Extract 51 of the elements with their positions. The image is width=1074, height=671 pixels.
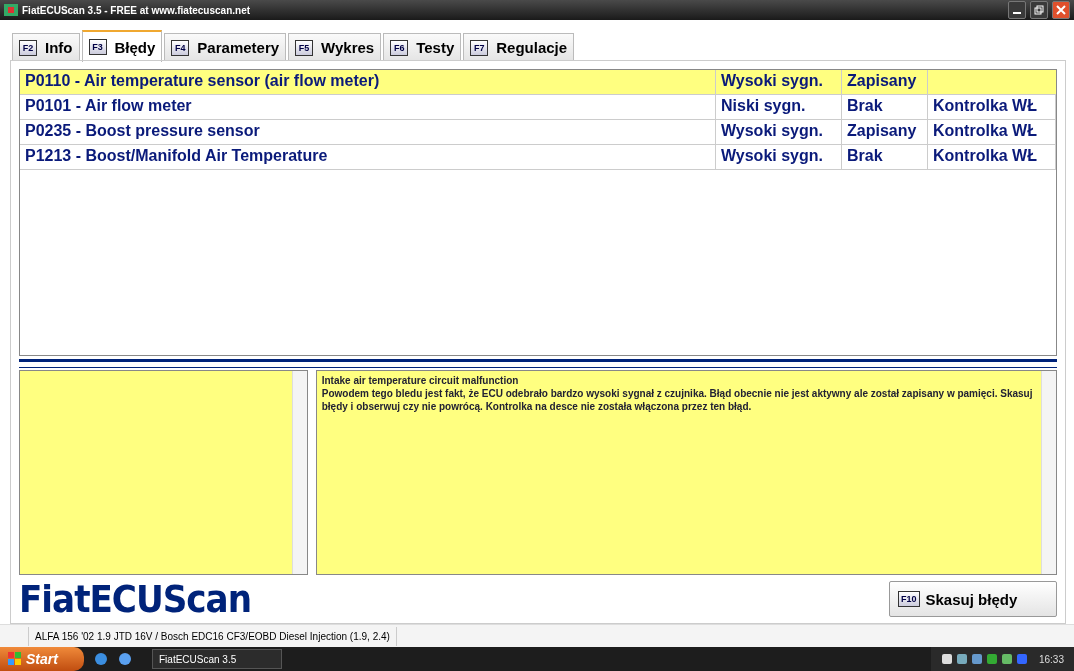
table-cell: P1213 - Boost/Manifold Air Temperature — [20, 145, 716, 170]
tab[interactable]: F4 Parametery — [164, 33, 287, 62]
table-cell: Zapisany — [842, 120, 928, 145]
description-text: Powodem tego bledu jest fakt, że ECU odebrało bardzo wysoki sygnał z czujnika. Błąd obecnie nie jest aktywny ale został zapisany w pamięci. Skasuj błędy i obserwuj czy nie powrócą. Kontrolka na desce nie została włączona przez ten błąd. — [321, 387, 1034, 414]
table-cell: Brak — [842, 145, 928, 170]
tab[interactable]: F2 Info — [12, 33, 80, 62]
status-text: ALFA 156 '02 1.9 JTD 16V / Bosch EDC16 CF3/EOBD Diesel Injection (1.9, 2.4) — [28, 626, 397, 646]
minimize-button[interactable] — [1008, 1, 1026, 20]
tray-icon[interactable] — [1000, 653, 1013, 665]
table-cell: P0110 - Air temperature sensor (air flow meter) — [20, 70, 716, 95]
description-title: Intake air temperature circuit malfunction — [321, 374, 520, 388]
fault-row[interactable]: P0101 - Air flow meter Niski sygn. Brak Kontrolka WŁ — [20, 95, 1056, 121]
table-cell: Zapisany — [842, 70, 928, 95]
scrollbar[interactable] — [291, 371, 307, 575]
fault-row[interactable]: P0235 - Boost pressure sensor Wysoki sygn. Zapisany Kontrolka WŁ — [20, 120, 1056, 146]
scrollbar[interactable] — [1041, 371, 1056, 575]
close-icon — [1056, 5, 1066, 16]
taskbar-item[interactable]: FiatECUScan 3.5 — [152, 649, 282, 669]
app-icon — [4, 4, 18, 17]
restore-icon — [1034, 5, 1044, 16]
table-cell: Niski sygn. — [716, 95, 842, 120]
table-cell: Wysoki sygn. — [716, 70, 842, 95]
table-cell: Kontrolka WŁ — [928, 120, 1056, 145]
key-badge: F4 — [171, 39, 190, 56]
key-badge: F7 — [470, 39, 489, 56]
logo: FiatECUScan — [19, 577, 251, 622]
key-badge: F2 — [19, 39, 37, 56]
table-cell: P0235 - Boost pressure sensor — [20, 120, 716, 145]
restore-button[interactable] — [1030, 1, 1048, 20]
fault-row[interactable]: P1213 - Boost/Manifold Air Temperature Wysoki sygn. Brak Kontrolka WŁ — [20, 145, 1056, 171]
clear-errors-button[interactable]: F10 Skasuj błędy — [889, 581, 1057, 618]
windows-flag-icon — [8, 652, 22, 666]
table-cell: Kontrolka WŁ — [928, 145, 1056, 170]
table-cell: Brak — [842, 95, 928, 120]
tray-icon[interactable] — [940, 653, 953, 665]
close-button[interactable] — [1052, 1, 1070, 20]
table-cell: Wysoki sygn. — [716, 145, 842, 170]
tab[interactable]: F6 Testy — [383, 33, 462, 62]
fault-row[interactable]: P0110 - Air temperature sensor (air flow meter) Wysoki sygn. Zapisany — [20, 70, 1056, 96]
key-badge: F3 — [88, 39, 107, 56]
tab[interactable]: F7 Regulacje — [463, 33, 575, 62]
table-cell: Kontrolka WŁ — [928, 95, 1056, 120]
tab[interactable]: F5 Wykres — [288, 33, 382, 62]
window-title: FiatECUScan 3.5 - FREE at www.fiatecuscan.net — [22, 4, 252, 16]
tab[interactable]: F3 Błędy — [81, 30, 163, 63]
key-badge: F6 — [390, 39, 409, 56]
clock: 16:33 — [1038, 653, 1064, 665]
table-cell: P0101 - Air flow meter — [20, 95, 716, 120]
key-badge: F5 — [295, 39, 314, 56]
table-cell: Wysoki sygn. — [716, 120, 842, 145]
start-button[interactable]: Start — [0, 647, 84, 671]
